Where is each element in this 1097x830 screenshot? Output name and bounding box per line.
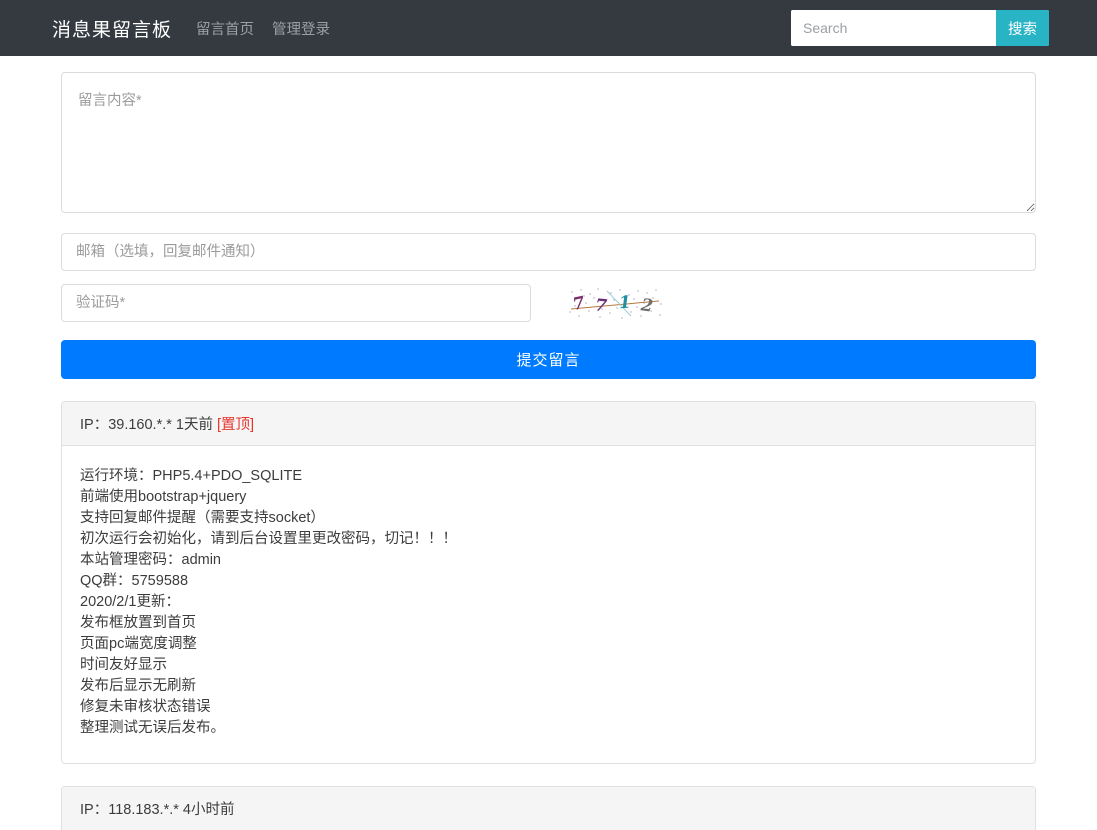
nav-link-home[interactable]: 留言首页 — [196, 18, 254, 39]
search-form: 搜索 — [791, 10, 1049, 46]
message-panel: IP：39.160.*.* 1天前 [置顶] 运行环境：PHP5.4+PDO_SQ… — [61, 401, 1036, 764]
message-line: 修复未审核状态错误 — [80, 699, 211, 715]
search-input[interactable] — [791, 10, 996, 46]
main-container: 7 7 1 2 提交留言 IP：39.160.*.* 1天前[置顶] 运行环境：… — [61, 56, 1036, 830]
navbar-links: 留言首页 管理登录 — [196, 18, 330, 39]
message-line: 发布后显示无刷新 — [80, 678, 196, 694]
message-content-textarea[interactable] — [61, 72, 1036, 213]
message-panel-body: 运行环境：PHP5.4+PDO_SQLITE 前端使用bootstrap+jqu… — [62, 446, 1035, 763]
captcha-image[interactable]: 7 7 1 2 — [567, 286, 665, 320]
submit-message-button[interactable]: 提交留言 — [61, 340, 1036, 379]
captcha-digit-3: 1 — [618, 292, 632, 313]
message-panel-heading: IP：39.160.*.* 1天前 [置顶] — [62, 402, 1035, 446]
message-ip-label: IP：118.183.*.* 4小时前 — [80, 802, 235, 818]
message-line: QQ群：5759588 — [80, 573, 189, 589]
message-line: 整理测试无误后发布。 — [80, 720, 225, 736]
message-line: 支持回复邮件提醒（需要支持socket） — [80, 510, 325, 526]
captcha-input[interactable] — [61, 284, 531, 322]
message-ip-label: IP：39.160.*.* 1天前 — [80, 417, 213, 433]
message-panel: IP：118.183.*.* 4小时前 — [61, 786, 1036, 830]
captcha-digit-4: 2 — [639, 294, 655, 317]
captcha-row: 7 7 1 2 — [61, 284, 1036, 322]
message-line: 2020/2/1更新： — [80, 594, 180, 610]
search-button[interactable]: 搜索 — [996, 10, 1049, 46]
navbar-brand[interactable]: 消息果留言板 — [52, 15, 172, 42]
message-line: 发布框放置到首页 — [80, 615, 196, 631]
message-line: 初次运行会初始化，请到后台设置里更改密码，切记！！！ — [80, 531, 457, 547]
message-panel-heading: IP：118.183.*.* 4小时前 — [62, 787, 1035, 830]
email-input[interactable] — [61, 233, 1036, 271]
captcha-digit-2: 7 — [593, 294, 608, 317]
navbar: 消息果留言板 留言首页 管理登录 搜索 — [0, 0, 1097, 56]
message-line: 运行环境：PHP5.4+PDO_SQLITE — [80, 468, 302, 484]
email-row — [61, 233, 1036, 271]
message-line: 本站管理密码：admin — [80, 552, 221, 568]
nav-link-admin-login[interactable]: 管理登录 — [272, 18, 330, 39]
message-pin-badge: [置顶] — [217, 417, 255, 433]
message-line: 页面pc端宽度调整 — [80, 636, 197, 652]
message-line: 时间友好显示 — [80, 657, 167, 673]
message-line: 前端使用bootstrap+jquery — [80, 489, 247, 505]
